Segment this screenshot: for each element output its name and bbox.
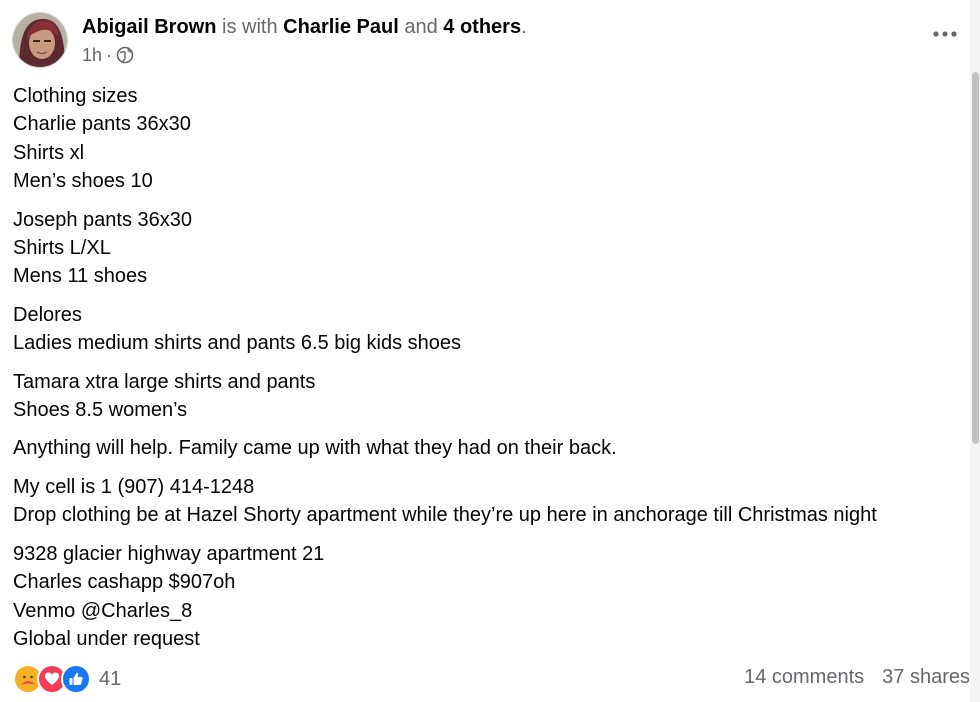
post-line: Men’s shoes 10 bbox=[13, 170, 153, 193]
post-meta: 1h · bbox=[82, 44, 134, 66]
post-line: Shoes 8.5 women’s bbox=[13, 399, 188, 422]
post-line: My cell is 1 (907) 414-1248 bbox=[13, 475, 255, 498]
more-options-icon[interactable] bbox=[930, 22, 960, 46]
post-footer: 41 14 comments 37 shares bbox=[13, 662, 970, 696]
post-line: Charles cashapp $907oh bbox=[13, 571, 236, 594]
byline-period: . bbox=[521, 16, 527, 38]
post-line: Shirts L/XL bbox=[13, 237, 111, 260]
post-byline: Abigail Brown is with Charlie Paul and 4… bbox=[82, 15, 527, 39]
globe-icon[interactable] bbox=[116, 46, 134, 64]
reactions-summary[interactable]: 41 bbox=[13, 664, 121, 694]
post-line: Drop clothing be at Hazel Shorty apartme… bbox=[13, 504, 877, 527]
post-paragraph: My cell is 1 (907) 414-1248 Drop clothin… bbox=[13, 473, 968, 530]
post-line: Clothing sizes bbox=[13, 85, 138, 107]
reaction-count[interactable]: 41 bbox=[99, 668, 121, 691]
tagged-others[interactable]: 4 others bbox=[443, 16, 521, 38]
post-line: 9328 glacier highway apartment 21 bbox=[13, 542, 325, 565]
post-line: Delores bbox=[13, 303, 82, 326]
post-header: Abigail Brown is with Charlie Paul and 4… bbox=[12, 10, 972, 72]
post-line: Shirts xl bbox=[13, 141, 85, 164]
comments-count[interactable]: 14 comments bbox=[744, 666, 864, 689]
post-line: Venmo @Charles_8 bbox=[13, 599, 193, 622]
like-reaction-icon bbox=[61, 664, 91, 694]
post-body: Clothing sizes Charlie pants 36x30 Shirt… bbox=[13, 82, 968, 663]
post-stats: 14 comments 37 shares bbox=[744, 666, 970, 689]
post-line: Global under request bbox=[13, 627, 200, 650]
post-paragraph: Clothing sizes Charlie pants 36x30 Shirt… bbox=[13, 82, 968, 196]
post-line: Charlie pants 36x30 bbox=[13, 113, 191, 136]
with-text: is with bbox=[222, 16, 278, 38]
post-line: Joseph pants 36x30 bbox=[13, 208, 193, 231]
post-time[interactable]: 1h bbox=[82, 44, 102, 66]
post-paragraph: Tamara xtra large shirts and pants Shoes… bbox=[13, 368, 968, 425]
post-paragraph: Anything will help. Family came up with … bbox=[13, 434, 968, 462]
tagged-person[interactable]: Charlie Paul bbox=[283, 16, 399, 38]
post-paragraph: 9328 glacier highway apartment 21 Charle… bbox=[13, 540, 968, 654]
post-paragraph: Joseph pants 36x30 Shirts L/XL Mens 11 s… bbox=[13, 206, 968, 291]
post-line: Tamara xtra large shirts and pants bbox=[13, 370, 316, 393]
meta-separator: · bbox=[106, 45, 113, 65]
post-card: Abigail Brown is with Charlie Paul and 4… bbox=[0, 0, 980, 702]
post-line: Anything will help. Family came up with … bbox=[13, 437, 617, 460]
and-text: and bbox=[404, 16, 438, 38]
post-line: Mens 11 shoes bbox=[13, 265, 148, 288]
author-name[interactable]: Abigail Brown bbox=[82, 16, 216, 38]
post-line: Ladies medium shirts and pants 6.5 big k… bbox=[13, 332, 462, 355]
post-paragraph: Delores Ladies medium shirts and pants 6… bbox=[13, 301, 968, 358]
scrollbar-thumb[interactable] bbox=[972, 72, 979, 444]
avatar[interactable] bbox=[12, 12, 68, 68]
shares-count[interactable]: 37 shares bbox=[882, 666, 970, 689]
avatar-image bbox=[13, 13, 67, 67]
